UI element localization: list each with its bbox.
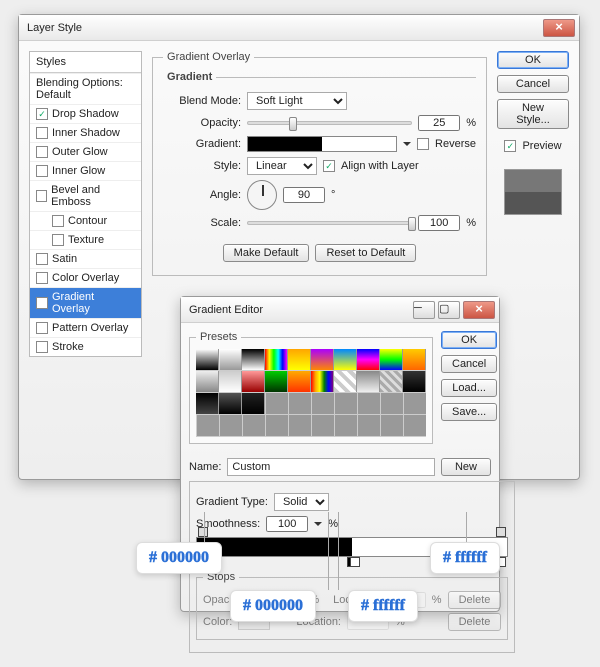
- ok-button[interactable]: OK: [497, 51, 569, 69]
- load-button[interactable]: Load...: [441, 379, 497, 397]
- style-row-color-overlay[interactable]: Color Overlay: [30, 268, 141, 287]
- style-checkbox[interactable]: ✓: [36, 297, 48, 309]
- callout-hex: # 000000: [136, 542, 222, 574]
- dialog-buttons: OK Cancel New Style... ✓Preview: [497, 51, 569, 357]
- gradient-type-select[interactable]: Solid: [274, 493, 329, 511]
- callout-hex: # ffffff: [348, 590, 418, 622]
- style-checkbox[interactable]: [52, 215, 64, 227]
- callout-leader: [328, 512, 329, 590]
- style-label: Drop Shadow: [52, 108, 119, 120]
- callout-leader: [338, 512, 339, 590]
- style-row-texture[interactable]: Texture: [30, 230, 141, 249]
- editor-cancel-button[interactable]: Cancel: [441, 355, 497, 373]
- new-style-button[interactable]: New Style...: [497, 99, 569, 129]
- style-label: Outer Glow: [52, 146, 108, 158]
- style-label: Bevel and Emboss: [51, 184, 135, 208]
- reverse-checkbox[interactable]: [417, 138, 429, 150]
- blend-mode-select[interactable]: Soft Light: [247, 92, 347, 110]
- style-row-bevel-and-emboss[interactable]: Bevel and Emboss: [30, 180, 141, 211]
- gradient-picker[interactable]: [247, 136, 397, 152]
- gradient-name-input[interactable]: [227, 458, 435, 476]
- style-checkbox[interactable]: [36, 272, 48, 284]
- style-row-satin[interactable]: Satin: [30, 249, 141, 268]
- callout-leader: [466, 512, 467, 542]
- style-checkbox[interactable]: [36, 253, 48, 265]
- style-label: Inner Glow: [52, 165, 105, 177]
- style-row-outer-glow[interactable]: Outer Glow: [30, 142, 141, 161]
- scale-input[interactable]: [418, 215, 460, 231]
- style-label: Stroke: [52, 341, 84, 353]
- editor-close-icon[interactable]: ×: [463, 301, 495, 319]
- maximize-icon[interactable]: ▢: [438, 301, 460, 319]
- smoothness-input[interactable]: [266, 516, 308, 532]
- reset-default-button[interactable]: Reset to Default: [315, 244, 416, 262]
- style-label: Pattern Overlay: [52, 322, 128, 334]
- style-checkbox[interactable]: [36, 146, 48, 158]
- callout-hex: # ffffff: [430, 542, 500, 574]
- style-row-drop-shadow[interactable]: ✓ Drop Shadow: [30, 104, 141, 123]
- style-label: Color Overlay: [52, 272, 119, 284]
- delete-stop-button: Delete: [448, 613, 502, 631]
- style-row-contour[interactable]: Contour: [30, 211, 141, 230]
- angle-input[interactable]: [283, 187, 325, 203]
- align-checkbox[interactable]: ✓: [323, 160, 335, 172]
- gradient-overlay-group: Gradient Overlay Gradient Blend Mode: So…: [152, 51, 487, 276]
- style-checkbox[interactable]: [52, 234, 64, 246]
- preview-checkbox[interactable]: ✓: [504, 140, 516, 152]
- style-label: Texture: [68, 234, 104, 246]
- dialog-title: Layer Style: [23, 22, 82, 34]
- style-checkbox[interactable]: [36, 165, 48, 177]
- make-default-button[interactable]: Make Default: [223, 244, 310, 262]
- style-row-inner-shadow[interactable]: Inner Shadow: [30, 123, 141, 142]
- opacity-stop[interactable]: [496, 527, 506, 537]
- style-label: Inner Shadow: [52, 127, 120, 139]
- style-row-gradient-overlay[interactable]: ✓ Gradient Overlay: [30, 287, 141, 318]
- editor-title: Gradient Editor: [185, 304, 263, 316]
- callout-leader: [204, 512, 205, 542]
- preview-swatch: [504, 169, 562, 215]
- minimize-icon[interactable]: ─: [413, 301, 435, 319]
- callout-hex: # 000000: [230, 590, 316, 622]
- style-select[interactable]: Linear: [247, 157, 317, 175]
- close-icon[interactable]: ×: [543, 19, 575, 37]
- titlebar[interactable]: Layer Style ×: [19, 15, 579, 41]
- chevron-down-icon[interactable]: [403, 142, 411, 150]
- styles-panel: Styles Blending Options: Default ✓ Drop S…: [29, 51, 142, 357]
- chevron-down-icon[interactable]: [314, 522, 322, 530]
- style-row-stroke[interactable]: Stroke: [30, 337, 141, 356]
- gradient-group: Gradient Blend Mode: Soft Light Opacity:…: [163, 71, 476, 236]
- scale-slider[interactable]: [247, 221, 412, 225]
- editor-titlebar[interactable]: Gradient Editor ─ ▢ ×: [181, 297, 499, 323]
- color-stop[interactable]: [350, 557, 360, 567]
- style-checkbox[interactable]: [36, 127, 48, 139]
- style-row-inner-glow[interactable]: Inner Glow: [30, 161, 141, 180]
- angle-dial[interactable]: [247, 180, 277, 210]
- blending-options-row[interactable]: Blending Options: Default: [30, 73, 141, 104]
- style-checkbox[interactable]: [36, 190, 47, 202]
- new-gradient-button[interactable]: New: [441, 458, 491, 476]
- editor-buttons: OK Cancel Load... Save...: [441, 331, 497, 450]
- style-checkbox[interactable]: [36, 322, 48, 334]
- presets-group: Presets: [189, 331, 433, 444]
- save-button[interactable]: Save...: [441, 403, 497, 421]
- style-label: Contour: [68, 215, 107, 227]
- editor-ok-button[interactable]: OK: [441, 331, 497, 349]
- cancel-button[interactable]: Cancel: [497, 75, 569, 93]
- style-label: Satin: [52, 253, 77, 265]
- style-checkbox[interactable]: [36, 341, 48, 353]
- style-label: Gradient Overlay: [52, 291, 135, 315]
- preset-grid[interactable]: [196, 349, 426, 437]
- opacity-input[interactable]: [418, 115, 460, 131]
- style-row-pattern-overlay[interactable]: Pattern Overlay: [30, 318, 141, 337]
- opacity-slider[interactable]: [247, 121, 412, 125]
- delete-stop-button: Delete: [448, 591, 502, 609]
- styles-header[interactable]: Styles: [30, 52, 141, 73]
- style-checkbox[interactable]: ✓: [36, 108, 48, 120]
